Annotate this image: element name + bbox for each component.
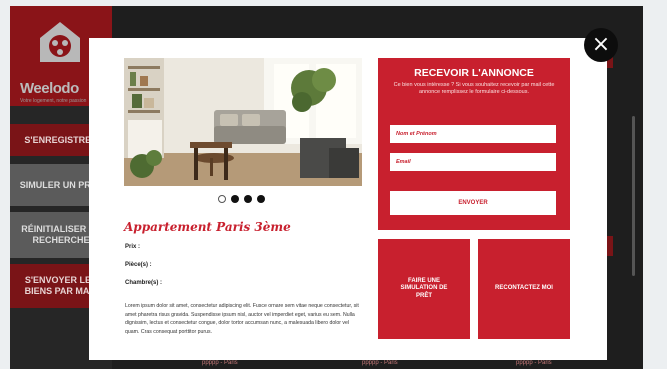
listing-photo[interactable] <box>124 58 362 186</box>
receive-listing-form: RECEVOIR L'ANNONCE Ce bien vous intéress… <box>378 58 570 230</box>
form-title: RECEVOIR L'ANNONCE <box>414 67 534 79</box>
listing-card-label: ppppp - Paris <box>516 360 552 366</box>
close-icon[interactable]: × <box>584 28 618 62</box>
bedrooms-label: Chambre(s) : <box>125 280 163 286</box>
listing-modal: Appartement Paris 3ème Prix : Pièce(s) :… <box>89 38 607 360</box>
scrollbar[interactable] <box>632 116 635 276</box>
house-logo-icon <box>40 22 80 62</box>
email-input[interactable] <box>390 153 556 171</box>
form-subtitle: Ce bien vous intéresse ? Si vous souhait… <box>393 82 555 95</box>
carousel-dot[interactable] <box>244 195 252 203</box>
loan-simulation-button[interactable]: FAIRE UNE SIMULATION DE PRÊT <box>378 239 470 339</box>
contact-me-button[interactable]: RECONTACTEZ MOI <box>478 239 570 339</box>
carousel-dot[interactable] <box>231 195 239 203</box>
price-label: Prix : <box>125 244 141 250</box>
logo-text: Weelodo <box>20 80 79 97</box>
carousel-dot-active[interactable] <box>218 195 226 203</box>
living-room-image <box>124 58 362 186</box>
send-button[interactable]: ENVOYER <box>390 191 556 215</box>
carousel-dot[interactable] <box>257 195 265 203</box>
listing-card-label: ppppp - Paris <box>202 360 238 366</box>
carousel-indicators <box>218 195 265 203</box>
name-input[interactable] <box>390 125 556 143</box>
listing-card-label: ppppp - Paris <box>362 360 398 366</box>
listing-title: Appartement Paris 3ème <box>124 220 291 234</box>
rooms-label: Pièce(s) : <box>125 262 152 268</box>
logo-tagline: Votre logement, notre passion <box>20 98 87 104</box>
listing-description: Lorem ipsum dolor sit amet, consectetur … <box>125 303 359 335</box>
